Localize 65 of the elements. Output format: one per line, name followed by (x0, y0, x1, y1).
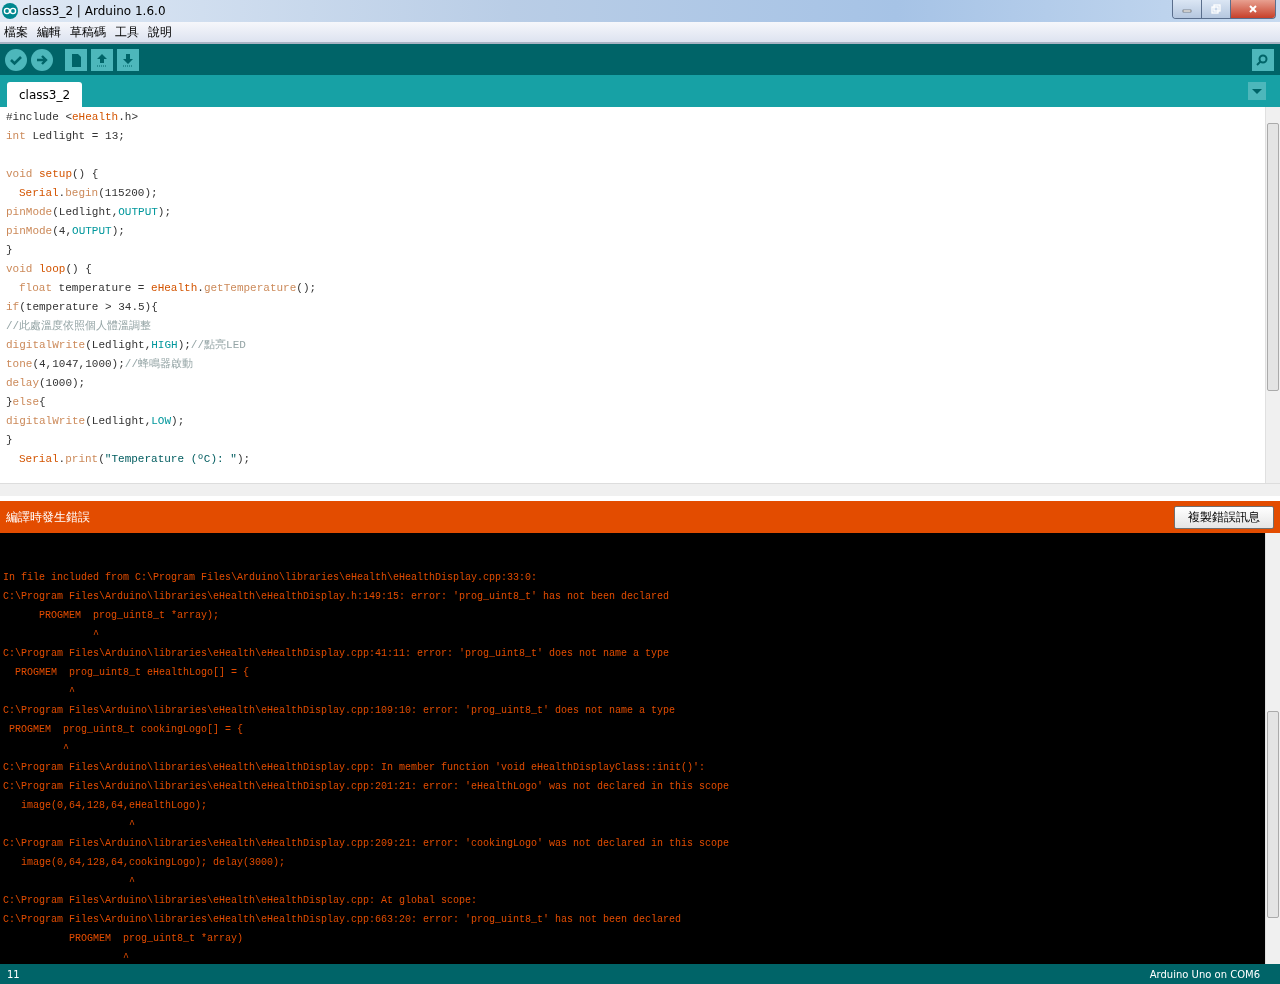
console-line: C:\Program Files\Arduino\libraries\eHealth\eHealthDisplay.cpp:209:21: error: 'cookingLogo' was not declared in this scope (3, 837, 731, 851)
code-line: digitalWrite(Ledlight,HIGH);//點亮LED (6, 338, 247, 353)
console-line: C:\Program Files\Arduino\libraries\eHealth\eHealthDisplay.cpp:663:20: error: 'prog_uint8_t' has not been declared (3, 913, 683, 927)
code-line: int Ledlight = 13; (6, 129, 126, 144)
copy-error-button[interactable]: 複製錯誤訊息 (1174, 505, 1274, 529)
menu-item[interactable]: 檔案 (4, 23, 28, 41)
close-icon (1248, 4, 1258, 14)
console-line: In file included from C:\Program Files\Arduino\libraries\eHealth\eHealthDisplay.cpp:33:0: (3, 571, 539, 585)
file-tab[interactable]: class3_2 (7, 82, 83, 107)
board-port-label: Arduino Uno on COM6 (1149, 968, 1260, 980)
arduino-logo-icon (2, 3, 18, 19)
console-line: image(0,64,128,64,cookingLogo); delay(3000); (20, 856, 287, 870)
code-line: float temperature = eHealth.getTemperature(); (18, 281, 318, 296)
console-line: C:\Program Files\Arduino\libraries\eHealth\eHealthDisplay.cpp:201:21: error: 'eHealthLogo' was not declared in this scope (3, 780, 731, 794)
console-line: ^ (62, 742, 70, 756)
code-line: pinMode(4,OUTPUT); (6, 224, 126, 239)
console-line: ^ (128, 818, 137, 832)
code-line: void loop() { (6, 262, 93, 277)
console-line: C:\Program Files\Arduino\libraries\eHealth\eHealthDisplay.cpp:41:11: error: 'prog_uint8_t' does not name a type (3, 647, 671, 661)
code-line: delay(1000); (6, 376, 87, 391)
console-line: ^ (128, 875, 137, 889)
code-line: }else{ (6, 395, 47, 410)
console-line: PROGMEM prog_uint8_t cookingLogo[] = { (8, 723, 245, 737)
new-file-icon[interactable] (65, 48, 87, 71)
console-line: C:\Program Files\Arduino\libraries\eHealth\eHealthDisplay.cpp: In member function 'void eHealthDisplayClass::init()': (3, 761, 707, 775)
close-button[interactable] (1231, 0, 1275, 18)
code-line: Serial.print("Temperature (ºC): "); (18, 452, 252, 467)
console-line: ^ (68, 685, 76, 699)
code-line: } (6, 243, 14, 258)
horizontal-scrollbar[interactable] (0, 483, 1280, 496)
menu-item[interactable]: 工具 (115, 23, 139, 41)
vertical-scrollbar[interactable] (1265, 107, 1280, 483)
code-line: #include <eHealth.h> (6, 110, 140, 125)
console-line: ^ (92, 628, 100, 642)
console-line: PROGMEM prog_uint8_t *array) (68, 932, 245, 946)
menu-item[interactable]: 編輯 (37, 23, 61, 41)
console-line: ^ (122, 951, 131, 964)
restore-icon (1211, 4, 1221, 14)
console-line: C:\Program Files\Arduino\libraries\eHealth\eHealthDisplay.cpp: At global scope: (3, 894, 479, 908)
tab-menu-icon[interactable] (1248, 82, 1266, 100)
console-line: PROGMEM prog_uint8_t eHealthLogo[] = { (14, 666, 251, 680)
code-line: if(temperature > 34.5){ (6, 300, 159, 315)
code-line: } (6, 433, 14, 448)
code-line: //此處溫度依照個人體溫調整 (6, 319, 153, 334)
console-line: image(0,64,128,64,eHealthLogo); (20, 799, 209, 813)
download-icon[interactable] (117, 48, 139, 71)
upload-icon[interactable] (91, 48, 113, 71)
code-line: Serial.begin(115200); (18, 186, 159, 201)
maximize-button[interactable] (1202, 0, 1231, 18)
vertical-scrollbar[interactable] (1265, 533, 1280, 964)
menu-item[interactable]: 說明 (148, 23, 172, 41)
minimize-button[interactable] (1173, 0, 1202, 18)
verify-icon[interactable] (5, 48, 27, 71)
serial-monitor-icon[interactable] (1252, 48, 1274, 71)
menu-item[interactable]: 草稿碼 (70, 23, 106, 41)
console-line: C:\Program Files\Arduino\libraries\eHealth\eHealthDisplay.h:149:15: error: 'prog_uint8_t' has not been declared (3, 590, 671, 604)
console-line: C:\Program Files\Arduino\libraries\eHealth\eHealthDisplay.cpp:109:10: error: 'prog_uint8_t' does not name a type (3, 704, 677, 718)
error-message: 編譯時發生錯誤 (6, 508, 90, 526)
line-number: 11 (7, 968, 20, 980)
console-line: PROGMEM prog_uint8_t *array); (38, 609, 221, 623)
code-line: digitalWrite(Ledlight,LOW); (6, 414, 186, 429)
code-line: tone(4,1047,1000);//蜂鳴器啟動 (6, 357, 195, 372)
window-title: class3_2 | Arduino 1.6.0 (22, 4, 166, 18)
code-line: pinMode(Ledlight,OUTPUT); (6, 205, 173, 220)
code-line: void setup() { (6, 167, 100, 182)
